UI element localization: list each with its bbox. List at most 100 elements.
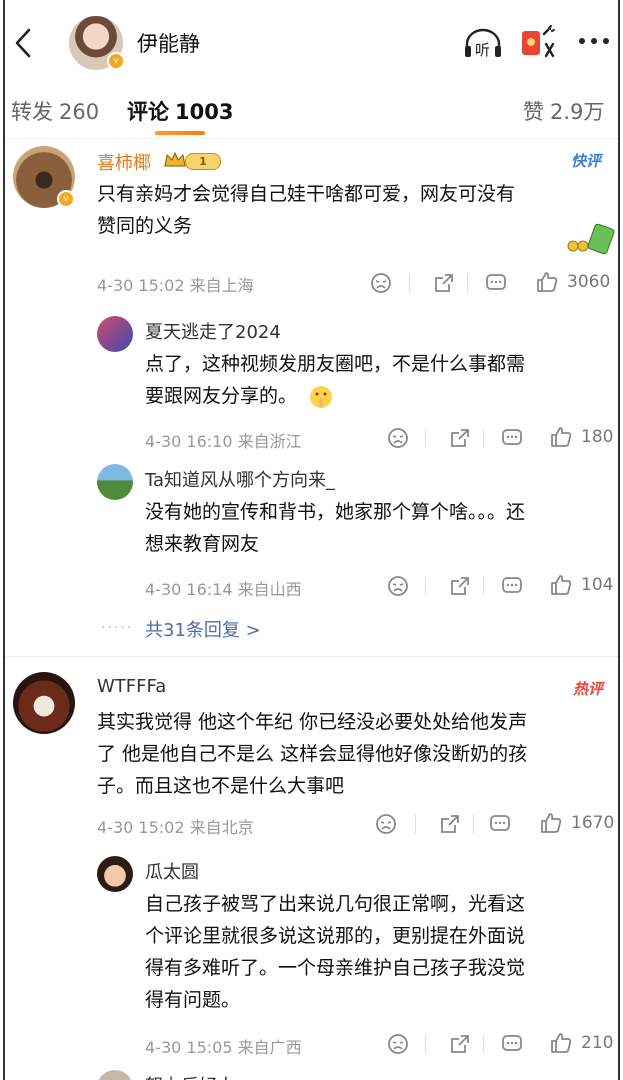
replier-name[interactable]: Ta知道风从哪个方向来_ (145, 466, 335, 492)
reply-text-line: 要跟网友分享的。 (145, 380, 605, 412)
share-icon[interactable] (449, 427, 471, 449)
money-sticker-icon (567, 223, 615, 255)
dislike-face-icon[interactable] (387, 427, 409, 449)
replier-avatar[interactable] (97, 464, 133, 500)
comment-text-line: 其实我觉得 他这个年纪 你已经没必要处处给他发声 (97, 711, 528, 733)
level-number: 1 (185, 153, 221, 170)
back-arrow-icon[interactable] (11, 26, 41, 60)
tab-comment[interactable]: 评论 1003 (127, 96, 233, 126)
comment-text-line: 赞同的义务 (97, 215, 193, 237)
listen-label: 听 (475, 41, 490, 59)
crown-icon (164, 151, 186, 167)
comment-divider (5, 656, 618, 657)
thumbs-up-icon[interactable] (549, 573, 573, 597)
dislike-face-icon[interactable] (387, 1033, 409, 1055)
thumbs-up-icon[interactable] (539, 811, 563, 835)
action-separator (409, 274, 410, 292)
comment-text: 只有亲妈才会觉得自己娃干啥都可爱，网友可没有 赞同的义务 (97, 178, 597, 242)
share-icon[interactable] (449, 575, 471, 597)
view-more-replies-link[interactable]: 共31条回复 > (145, 616, 261, 642)
thumbs-up-icon[interactable] (535, 270, 559, 294)
shush-emoji-icon (310, 385, 333, 408)
reply-meta: 4-30 16:14 来自山西 (145, 580, 302, 599)
like-count: 104 (581, 575, 614, 595)
tab-repost-label: 转发 (11, 100, 53, 124)
commenter-name[interactable]: 喜柿椰 (97, 149, 151, 175)
comment-text-line: 只有亲妈才会觉得自己娃干啥都可爱，网友可没有 (97, 183, 516, 205)
commenter-name[interactable]: WTFFFa (97, 676, 166, 697)
quick-comment-tag: 快评 (571, 152, 602, 170)
tab-like[interactable]: 赞 2.9万 (523, 96, 604, 126)
reply-text-line: 得有多难听了。一个母亲维护自己孩子我没觉 (145, 957, 526, 979)
red-packet-icon (522, 25, 555, 58)
reply-text-line: 得有问题。 (145, 989, 241, 1011)
reply-text: 点了，这种视频发朋友圈吧，不是什么事都需 要跟网友分享的。 (145, 348, 605, 412)
replier-avatar[interactable] (97, 856, 133, 892)
like-count: 1670 (571, 813, 615, 833)
tab-comment-label: 评论 (127, 100, 169, 124)
reply-text-line: 点了，这种视频发朋友圈吧，不是什么事都需 (145, 353, 526, 375)
like-count: 180 (581, 427, 614, 447)
tab-repost-count: 260 (59, 100, 100, 124)
comment-text-line: 了 他是他自己不是么 这样会显得他好像没断奶的孩 (97, 743, 528, 765)
headphone-icon: 听 (465, 28, 501, 59)
reply-bubble-icon[interactable] (489, 813, 511, 835)
like-count: 3060 (567, 272, 611, 292)
reply-text: 自己孩子被骂了出来说几句很正常啊，光看这 个评论里就很多说这说那的，更别提在外面… (145, 888, 615, 1016)
replier-avatar[interactable] (97, 1070, 133, 1080)
verified-badge-icon: v (57, 190, 75, 208)
thread-dots: ····· (101, 620, 134, 636)
reply-text: 没有她的宣传和背书，她家那个算个啥。。。还 想来教育网友 (145, 496, 605, 560)
tab-like-label: 赞 (523, 100, 544, 124)
dislike-face-icon[interactable] (375, 813, 397, 835)
tab-comment-count: 1003 (175, 100, 234, 124)
reply-bubble-icon[interactable] (501, 427, 523, 449)
thumbs-up-icon[interactable] (549, 1031, 573, 1055)
tab-repost[interactable]: 转发 260 (11, 96, 99, 126)
reply-text-line: 个评论里就很多说这说那的，更别提在外面说 (145, 925, 526, 947)
reply-text-line: 没有她的宣传和背书，她家那个算个啥。。。还 (145, 501, 526, 523)
listen-button[interactable]: 听 (463, 26, 503, 60)
action-separator (473, 815, 474, 833)
active-tab-indicator (155, 131, 205, 135)
replier-name[interactable]: 努力乐好人 (145, 1072, 235, 1080)
share-icon[interactable] (439, 813, 461, 835)
share-icon[interactable] (433, 272, 455, 294)
thumbs-up-icon[interactable] (549, 425, 573, 449)
reply-text-line: 自己孩子被骂了出来说几句很正常啊，光看这 (145, 893, 526, 915)
share-icon[interactable] (449, 1033, 471, 1055)
replier-avatar[interactable] (97, 316, 133, 352)
red-packet-button[interactable] (519, 24, 557, 60)
dislike-face-icon[interactable] (370, 272, 392, 294)
comment-meta: 4-30 15:02 来自上海 (97, 276, 254, 295)
member-level-badge: 1 (163, 150, 221, 170)
action-separator (483, 1035, 484, 1053)
replier-name[interactable]: 瓜太圆 (145, 858, 199, 884)
comment-meta: 4-30 15:02 来自北京 (97, 818, 254, 837)
dislike-face-icon[interactable] (387, 575, 409, 597)
replier-name[interactable]: 夏天逃走了2024 (145, 318, 281, 344)
verified-badge-icon: v (107, 52, 125, 70)
reply-bubble-icon[interactable] (501, 1033, 523, 1055)
hot-comment-tag: 热评 (573, 680, 604, 698)
tab-bar: 转发 260 评论 1003 赞 2.9万 (5, 86, 618, 139)
commenter-avatar[interactable] (13, 672, 75, 734)
action-separator (425, 1035, 426, 1053)
action-separator (425, 429, 426, 447)
like-count: 210 (581, 1033, 614, 1053)
comment-text: 其实我觉得 他这个年纪 你已经没必要处处给他发声 了 他是他自己不是么 这样会显… (97, 706, 607, 802)
weibo-comments-screen: v 伊能静 听 转发 260 评论 1003 赞 2.9万 v 喜柿椰 1 快评… (3, 0, 620, 1080)
action-separator (483, 429, 484, 447)
tab-like-count: 2.9万 (550, 100, 605, 124)
reply-text-line: 想来教育网友 (145, 533, 260, 555)
action-separator (483, 577, 484, 595)
reply-bubble-icon[interactable] (485, 272, 507, 294)
reply-meta: 4-30 15:05 来自广西 (145, 1038, 302, 1057)
reply-meta: 4-30 16:10 来自浙江 (145, 432, 302, 451)
more-options-icon[interactable] (577, 34, 611, 48)
reply-bubble-icon[interactable] (501, 575, 523, 597)
action-separator (425, 577, 426, 595)
comment-text-line: 子。而且这也不是什么大事吧 (97, 775, 345, 797)
top-bar: v 伊能静 听 (5, 0, 618, 86)
action-separator (415, 815, 416, 833)
